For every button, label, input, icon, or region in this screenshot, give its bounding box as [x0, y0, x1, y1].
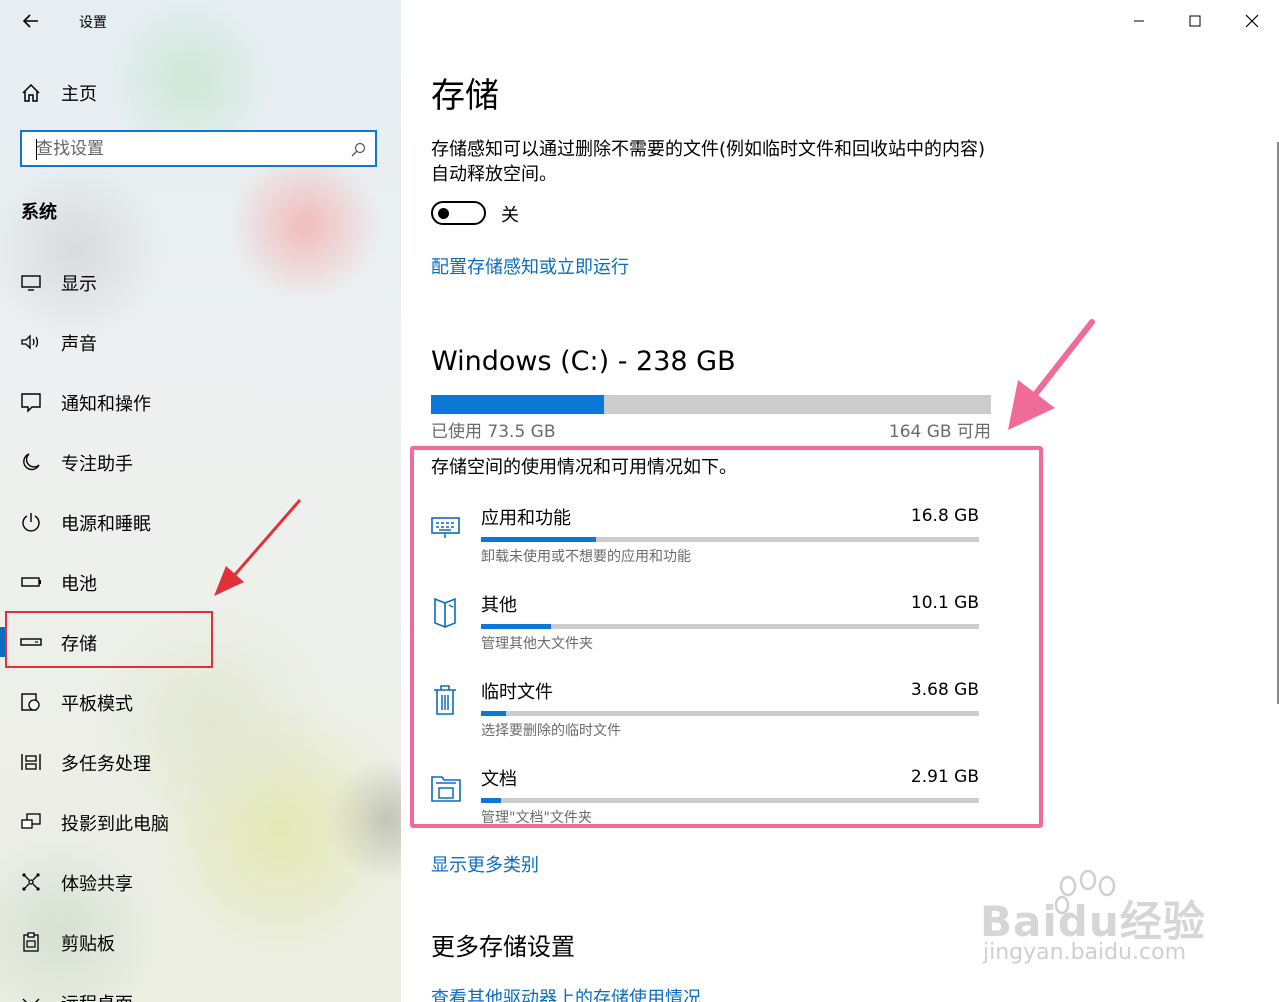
text-caret	[36, 139, 37, 160]
toggle-state-label: 关	[501, 205, 519, 226]
speaker-icon	[21, 334, 39, 350]
search-box[interactable]	[20, 130, 377, 167]
project-icon	[21, 813, 41, 829]
drive-usage-fill	[431, 395, 605, 414]
sidebar-item-label: 电源和睡眠	[61, 514, 151, 535]
sidebar-item-label: 体验共享	[61, 874, 133, 895]
sidebar-item-label: 平板模式	[61, 694, 133, 715]
show-more-categories-link[interactable]: 显示更多类别	[431, 851, 539, 877]
maximize-icon	[1189, 15, 1201, 27]
drive-title: Windows (C:) - 238 GB	[431, 346, 736, 377]
maximize-button[interactable]	[1180, 6, 1210, 36]
storage-sense-toggle[interactable]	[431, 201, 486, 225]
tablet-mode-icon	[21, 693, 40, 711]
sidebar-item-focus-assist[interactable]: 专注助手	[0, 442, 401, 482]
remote-desktop-icon	[22, 998, 40, 1002]
sidebar-item-notifications[interactable]: 通知和操作	[0, 382, 401, 422]
drive-usage-bar	[431, 395, 991, 414]
sidebar-item-sound[interactable]: 声音	[0, 322, 401, 362]
sidebar-item-display[interactable]: 显示	[0, 262, 401, 302]
sidebar-item-multitasking[interactable]: 多任务处理	[0, 742, 401, 782]
storage-sense-description: 存储感知可以通过删除不需要的文件(例如临时文件和回收站中的内容)自动释放空间。	[431, 139, 986, 185]
sidebar-item-home[interactable]: 主页	[20, 79, 97, 107]
sidebar-item-clipboard[interactable]: 剪贴板	[0, 922, 401, 962]
sidebar-item-label: 电池	[61, 574, 97, 595]
sidebar-item-label: 显示	[61, 274, 97, 295]
sidebar-item-battery[interactable]: 电池	[0, 562, 401, 602]
multitasking-icon	[21, 754, 41, 770]
watermark-url: jingyan.baidu.com	[983, 940, 1187, 965]
close-icon	[1245, 14, 1259, 28]
section-heading: 系统	[21, 202, 57, 223]
sidebar: 设置 主页 系统 显示 声音 通知和操作 专注助手 电源和睡眠 电池	[0, 0, 401, 1002]
back-button[interactable]	[20, 9, 44, 33]
home-icon	[22, 83, 40, 102]
notification-icon	[21, 393, 41, 413]
drive-used-text: 已使用 73.5 GB	[431, 422, 556, 442]
search-input[interactable]	[36, 138, 336, 160]
sidebar-item-power[interactable]: 电源和睡眠	[0, 502, 401, 542]
minimize-icon	[1134, 20, 1144, 22]
sidebar-item-label: 主页	[61, 84, 97, 105]
other-drives-link[interactable]: 查看其他驱动器上的存储使用情况	[431, 984, 701, 1002]
share-icon	[22, 873, 40, 891]
minimize-button[interactable]	[1124, 6, 1154, 36]
monitor-icon	[21, 275, 41, 291]
sidebar-item-remote-desktop[interactable]: 远程桌面	[0, 982, 401, 1002]
battery-icon	[21, 577, 41, 587]
more-storage-settings-title: 更多存储设置	[431, 933, 575, 961]
drive-free-text: 164 GB 可用	[888, 422, 991, 442]
back-arrow-icon	[22, 14, 38, 28]
sidebar-item-label: 多任务处理	[61, 754, 151, 775]
sidebar-item-shared-experiences[interactable]: 体验共享	[0, 862, 401, 902]
sidebar-item-label: 专注助手	[61, 454, 133, 475]
close-button[interactable]	[1237, 6, 1267, 36]
clipboard-icon	[23, 932, 39, 952]
annotation-highlight-box	[410, 446, 1043, 828]
toggle-knob	[438, 208, 449, 219]
sidebar-item-tablet-mode[interactable]: 平板模式	[0, 682, 401, 722]
window-title: 设置	[79, 15, 107, 31]
sidebar-item-label: 投影到此电脑	[61, 814, 169, 835]
sidebar-item-label: 通知和操作	[61, 394, 151, 415]
sidebar-item-label: 远程桌面	[61, 990, 133, 1002]
search-icon[interactable]	[350, 142, 366, 158]
sidebar-item-label: 声音	[61, 334, 97, 355]
configure-storage-sense-link[interactable]: 配置存储感知或立即运行	[431, 253, 629, 279]
content-pane: 存储 存储感知可以通过删除不需要的文件(例如临时文件和回收站中的内容)自动释放空…	[401, 0, 1279, 1002]
page-title: 存储	[431, 76, 499, 116]
annotation-highlight-box	[5, 611, 213, 668]
power-icon	[22, 513, 40, 532]
sidebar-item-label: 剪贴板	[61, 934, 115, 955]
moon-icon	[23, 453, 40, 471]
sidebar-item-project[interactable]: 投影到此电脑	[0, 802, 401, 842]
